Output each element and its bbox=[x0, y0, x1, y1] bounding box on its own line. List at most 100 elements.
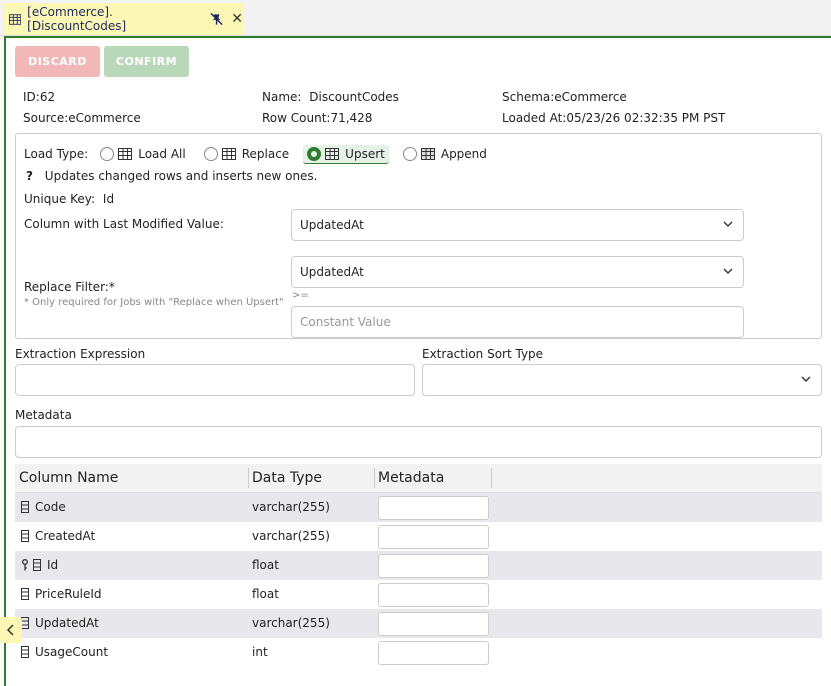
option-upsert[interactable]: Upsert bbox=[303, 144, 389, 164]
header-data-type[interactable]: Data Type bbox=[252, 470, 322, 486]
column-icon bbox=[21, 646, 29, 658]
column-name-cell: CreatedAt bbox=[21, 529, 95, 543]
close-icon[interactable]: ✕ bbox=[231, 11, 243, 27]
option-append[interactable]: Append bbox=[399, 145, 491, 163]
metadata-label: Metadata bbox=[15, 408, 72, 422]
last-modified-value: UpdatedAt bbox=[300, 218, 364, 232]
header-divider bbox=[374, 468, 375, 488]
tab-title: [eCommerce].[DiscountCodes] bbox=[27, 5, 127, 33]
radio-load-all[interactable] bbox=[100, 147, 115, 161]
column-name: PriceRuleId bbox=[35, 587, 102, 601]
info-name: Name: DiscountCodes bbox=[262, 90, 399, 104]
column-name: UpdatedAt bbox=[35, 616, 99, 630]
columns-table: Column Name Data Type Metadata Code varc… bbox=[15, 464, 822, 667]
last-modified-label: Column with Last Modified Value: bbox=[24, 217, 224, 231]
table-icon bbox=[118, 148, 133, 160]
column-name-cell: Code bbox=[21, 500, 66, 514]
option-append-label: Append bbox=[440, 147, 487, 161]
table-icon bbox=[9, 13, 22, 25]
table-icon bbox=[325, 147, 340, 160]
key-icon bbox=[22, 559, 28, 571]
info-name-value: DiscountCodes bbox=[309, 90, 399, 104]
table-row[interactable]: UpdatedAt varchar(255) bbox=[15, 609, 822, 638]
last-modified-select[interactable]: UpdatedAt bbox=[291, 209, 744, 241]
row-metadata-input[interactable] bbox=[378, 583, 489, 607]
column-name-cell: UpdatedAt bbox=[21, 616, 99, 630]
chevron-left-icon bbox=[6, 624, 14, 636]
extraction-sort-type-select[interactable] bbox=[422, 364, 822, 396]
column-name: UsageCount bbox=[35, 645, 109, 659]
data-type: varchar(255) bbox=[252, 500, 330, 514]
column-icon bbox=[21, 617, 29, 629]
header-column-name[interactable]: Column Name bbox=[19, 470, 118, 486]
operator-label: >= bbox=[292, 290, 309, 301]
info-schema: Schema:eCommerce bbox=[502, 90, 627, 104]
header-metadata[interactable]: Metadata bbox=[378, 470, 444, 486]
table-row[interactable]: CreatedAt varchar(255) bbox=[15, 522, 822, 551]
column-name-cell: Id bbox=[21, 558, 58, 572]
radio-append[interactable] bbox=[402, 147, 417, 161]
data-type: float bbox=[252, 558, 279, 572]
row-metadata-input[interactable] bbox=[378, 612, 489, 636]
unique-key: Unique Key: Id bbox=[24, 192, 114, 206]
column-icon bbox=[33, 559, 41, 571]
discard-button[interactable]: DISCARD bbox=[15, 46, 100, 77]
header-divider bbox=[491, 468, 492, 488]
chevron-down-icon bbox=[723, 268, 733, 274]
option-upsert-label: Upsert bbox=[345, 146, 385, 161]
column-name: CreatedAt bbox=[35, 529, 96, 543]
tab-bar: [eCommerce].[DiscountCodes] ✕ bbox=[0, 0, 831, 36]
option-replace[interactable]: Replace bbox=[200, 145, 293, 163]
row-metadata-input[interactable] bbox=[378, 525, 489, 549]
chevron-down-icon bbox=[723, 221, 733, 227]
info-id: ID:62 bbox=[23, 90, 56, 104]
replace-filter-column-value: UpdatedAt bbox=[300, 265, 364, 279]
replace-filter-label: Replace Filter:* bbox=[24, 280, 115, 294]
extraction-sort-type-label: Extraction Sort Type bbox=[422, 347, 544, 361]
data-type: float bbox=[252, 587, 279, 601]
table-row[interactable]: Id float bbox=[15, 551, 822, 580]
table-icon bbox=[221, 148, 236, 160]
chevron-down-icon bbox=[801, 376, 811, 382]
collapse-side-panel-button[interactable] bbox=[0, 617, 22, 643]
column-icon bbox=[21, 530, 29, 542]
row-metadata-input[interactable] bbox=[378, 496, 489, 520]
unique-key-value: Id bbox=[102, 192, 115, 206]
info-name-label: Name: bbox=[262, 90, 302, 104]
confirm-button[interactable]: CONFIRM bbox=[104, 46, 189, 77]
replace-filter-column-select[interactable]: UpdatedAt bbox=[291, 256, 744, 288]
table-row[interactable]: PriceRuleId float bbox=[15, 580, 822, 609]
load-type-label: Load Type: bbox=[24, 147, 89, 161]
row-metadata-input[interactable] bbox=[378, 554, 489, 578]
row-metadata-input[interactable] bbox=[378, 641, 489, 665]
constant-value-input[interactable]: Constant Value bbox=[291, 306, 744, 338]
info-loaded-at: Loaded At:05/23/26 02:32:35 PM PST bbox=[502, 111, 726, 125]
tab-discount-codes[interactable]: [eCommerce].[DiscountCodes] ✕ bbox=[3, 3, 243, 35]
extraction-expression-input[interactable] bbox=[15, 364, 415, 396]
radio-upsert[interactable] bbox=[307, 146, 322, 161]
data-type: varchar(255) bbox=[252, 529, 330, 543]
option-replace-label: Replace bbox=[241, 147, 290, 161]
data-type: int bbox=[252, 645, 268, 659]
extraction-expression-label: Extraction Expression bbox=[15, 347, 146, 361]
info-row-count: Row Count:71,428 bbox=[262, 111, 373, 125]
column-name-cell: PriceRuleId bbox=[21, 587, 102, 601]
column-name: Id bbox=[47, 558, 59, 572]
load-type-row: Load Type: Load All Replace Upsert Appen… bbox=[24, 143, 501, 165]
column-icon bbox=[21, 588, 29, 600]
table-row[interactable]: Code varchar(255) bbox=[15, 493, 822, 522]
column-icon bbox=[21, 501, 29, 513]
column-name-cell: UsageCount bbox=[21, 645, 108, 659]
radio-replace[interactable] bbox=[203, 147, 218, 161]
table-header: Column Name Data Type Metadata bbox=[15, 464, 822, 493]
replace-filter-note: * Only required for Jobs with "Replace w… bbox=[24, 297, 284, 308]
unpin-icon[interactable] bbox=[210, 12, 223, 26]
constant-value-placeholder: Constant Value bbox=[300, 315, 391, 329]
help-icon: ? bbox=[26, 169, 33, 183]
header-divider bbox=[248, 468, 249, 488]
table-row[interactable]: UsageCount int bbox=[15, 638, 822, 667]
load-type-box: Load Type: Load All Replace Upsert Appen… bbox=[15, 133, 822, 339]
description-text: Updates changed rows and inserts new one… bbox=[44, 169, 318, 183]
metadata-input[interactable] bbox=[15, 426, 822, 458]
option-load-all[interactable]: Load All bbox=[96, 145, 189, 163]
